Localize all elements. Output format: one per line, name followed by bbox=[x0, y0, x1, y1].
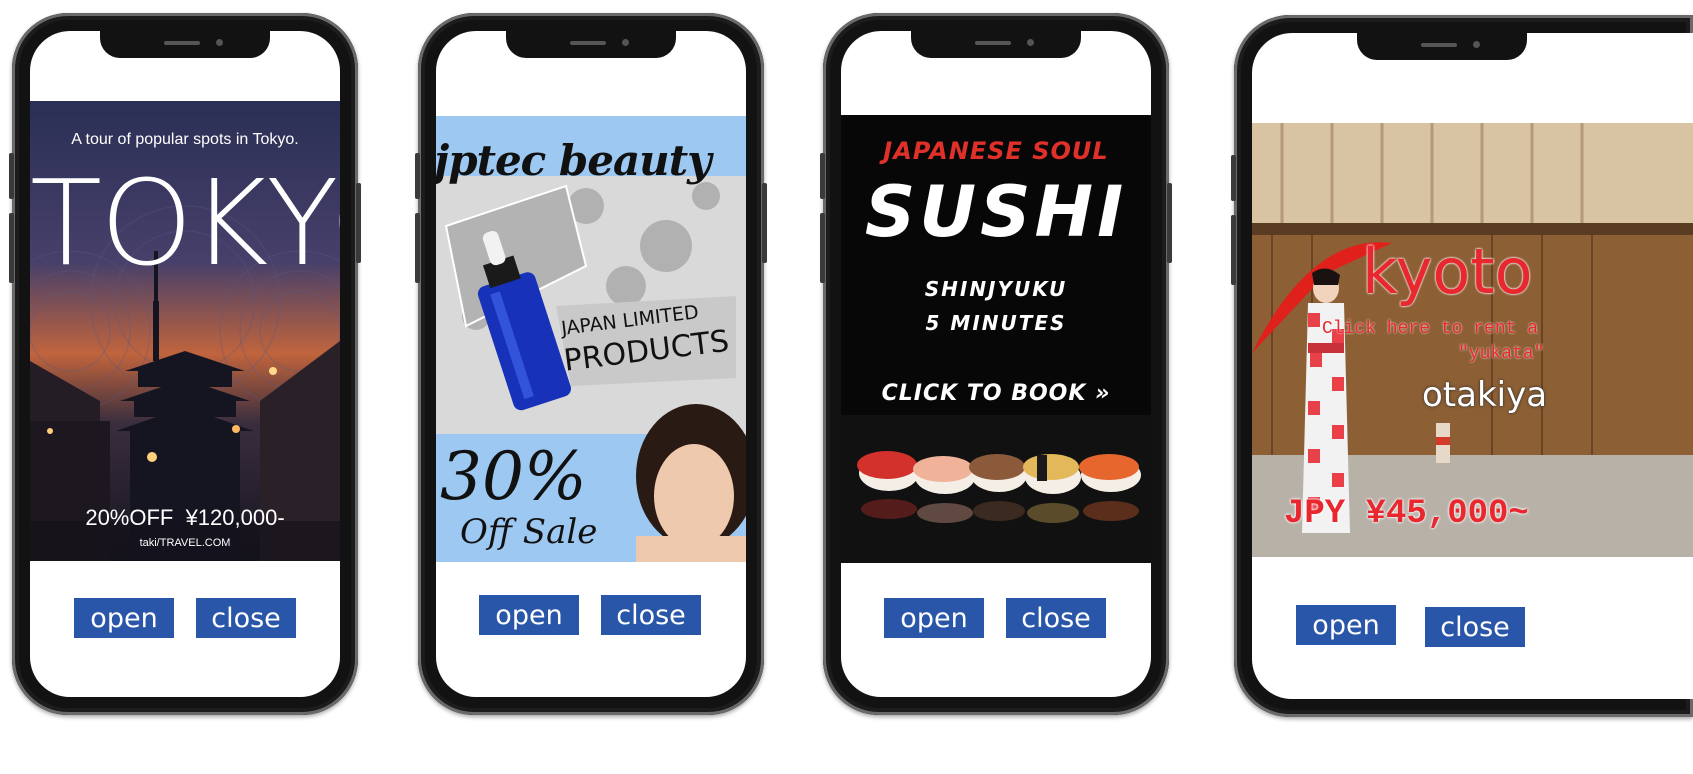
beauty-brand: jptec beauty bbox=[436, 136, 712, 185]
sushi-cta[interactable]: CLICK TO BOOK » bbox=[841, 381, 1151, 406]
phone-screen: jptec beauty JAPAN LIMITED PRODUCTS 30% … bbox=[436, 31, 746, 697]
tokyo-tagline: A tour of popular spots in Tokyo. bbox=[71, 131, 299, 148]
phone-notch bbox=[1357, 33, 1527, 60]
beauty-discount: 30% bbox=[440, 438, 587, 515]
sushi-headline: SUSHI bbox=[864, 171, 1128, 253]
open-button[interactable]: open bbox=[479, 595, 579, 635]
phone-screen: kyoto Click here to rent a "yukata" otak… bbox=[1252, 33, 1693, 699]
tokyo-ad-banner[interactable]: A tour of popular spots in Tokyo. TOKYO … bbox=[30, 101, 340, 561]
kyoto-rent-line1: Click here to rent a bbox=[1322, 319, 1539, 339]
phone-screen: A tour of popular spots in Tokyo. TOKYO … bbox=[30, 31, 340, 697]
kyoto-shop: otakiya bbox=[1422, 375, 1548, 415]
close-button[interactable]: close bbox=[601, 595, 701, 635]
tokyo-price: 20%OFF ¥120,000- bbox=[85, 505, 285, 530]
phone-screen: JAPANESE SOUL SUSHI SHINJYUKU 5 MINUTES … bbox=[841, 31, 1151, 697]
sushi-ad-banner[interactable]: JAPANESE SOUL SUSHI SHINJYUKU 5 MINUTES … bbox=[841, 115, 1151, 563]
phone-notch bbox=[911, 31, 1081, 58]
beauty-ad-banner[interactable]: jptec beauty JAPAN LIMITED PRODUCTS 30% … bbox=[436, 116, 746, 562]
kyoto-rent-line2: "yukata" bbox=[1458, 344, 1545, 364]
beauty-sale: Off Sale bbox=[460, 512, 598, 552]
close-button[interactable]: close bbox=[196, 598, 296, 638]
kyoto-ad-banner[interactable]: kyoto Click here to rent a "yukata" otak… bbox=[1252, 123, 1693, 557]
phone-mockup-kyoto: kyoto Click here to rent a "yukata" otak… bbox=[1231, 15, 1693, 717]
kyoto-city: kyoto bbox=[1362, 235, 1533, 308]
open-button[interactable]: open bbox=[884, 598, 984, 638]
kyoto-price: JPY ¥45,000~ bbox=[1284, 495, 1529, 533]
sushi-kicker: JAPANESE SOUL bbox=[883, 137, 1109, 165]
phone-notch bbox=[506, 31, 676, 58]
phone-mockup-tokyo: A tour of popular spots in Tokyo. TOKYO … bbox=[9, 13, 361, 715]
close-button[interactable]: close bbox=[1006, 598, 1106, 638]
open-button[interactable]: open bbox=[74, 598, 174, 638]
phone-mockup-beauty: jptec beauty JAPAN LIMITED PRODUCTS 30% … bbox=[415, 13, 767, 715]
sushi-location-line2: 5 MINUTES bbox=[925, 311, 1067, 335]
phone-mockup-sushi: JAPANESE SOUL SUSHI SHINJYUKU 5 MINUTES … bbox=[820, 13, 1172, 715]
close-button[interactable]: close bbox=[1425, 607, 1525, 647]
tokyo-headline: TOKYO bbox=[30, 154, 340, 292]
tokyo-site: taki/TRAVEL.COM bbox=[139, 537, 231, 549]
open-button[interactable]: open bbox=[1296, 605, 1396, 645]
phone-notch bbox=[100, 31, 270, 58]
sushi-location-line1: SHINJYUKU bbox=[924, 277, 1068, 301]
